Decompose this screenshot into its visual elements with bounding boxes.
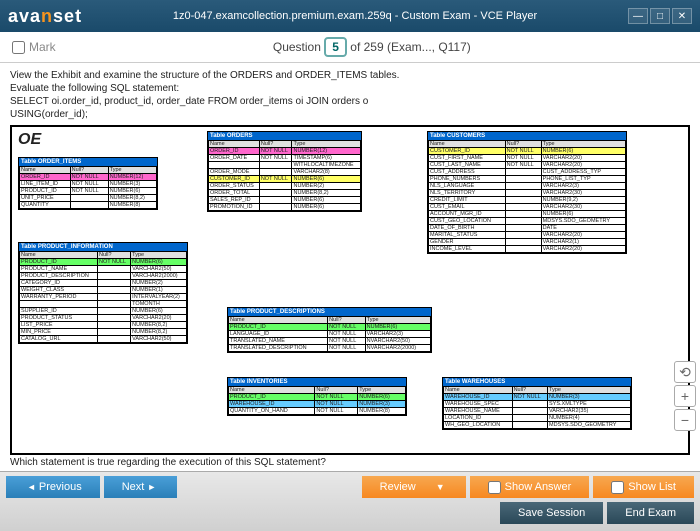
zoom-out-button[interactable]: −	[674, 409, 696, 431]
window-controls: — □ ✕	[628, 8, 692, 24]
mark-label: Mark	[29, 40, 56, 54]
show-answer-checkbox[interactable]	[488, 481, 501, 494]
table-product-descriptions: Table PRODUCT_DESCRIPTIONS NameNull?Type…	[227, 307, 432, 353]
logo: avanset	[8, 6, 82, 27]
save-session-button[interactable]: Save Session	[500, 502, 603, 524]
mark-checkbox[interactable]	[12, 41, 25, 54]
question-continuation: Which statement is true regarding the ex…	[10, 457, 690, 468]
review-button[interactable]: Review▼	[362, 476, 466, 498]
table-product-information: Table PRODUCT_INFORMATION NameNull?TypeP…	[18, 242, 188, 344]
footer: ◄Previous Next► Review▼ Show Answer Show…	[0, 471, 700, 531]
window-title: 1z0-047.examcollection.premium.exam.259q…	[82, 10, 628, 22]
table-customers: Table CUSTOMERS NameNull?TypeCUSTOMER_ID…	[427, 131, 627, 254]
er-diagram[interactable]: OE Table ORDER_ITEMS NameNull?TypeORDER_…	[10, 125, 690, 455]
close-button[interactable]: ✕	[672, 8, 692, 24]
titlebar: avanset 1z0-047.examcollection.premium.e…	[0, 0, 700, 32]
zoom-controls: ⟲ + −	[674, 361, 696, 431]
zoom-in-button[interactable]: +	[674, 385, 696, 407]
content-area: View the Exhibit and examine the structu…	[0, 63, 700, 471]
show-answer-button[interactable]: Show Answer	[470, 476, 590, 498]
show-list-checkbox[interactable]	[611, 481, 624, 494]
question-text: View the Exhibit and examine the structu…	[10, 69, 690, 121]
question-number: 5	[324, 37, 347, 57]
schema-label: OE	[18, 131, 41, 149]
table-order-items: Table ORDER_ITEMS NameNull?TypeORDER_IDN…	[18, 157, 158, 210]
table-warehouses: Table WAREHOUSES NameNull?TypeWAREHOUSE_…	[442, 377, 632, 430]
table-inventories: Table INVENTORIES NameNull?TypePRODUCT_I…	[227, 377, 407, 416]
question-bar: Mark Question 5 of 259 (Exam..., Q117)	[0, 32, 700, 63]
table-orders: Table ORDERS NameNull?TypeORDER_IDNOT NU…	[207, 131, 362, 212]
maximize-button[interactable]: □	[650, 8, 670, 24]
show-list-button[interactable]: Show List	[593, 476, 694, 498]
next-button[interactable]: Next►	[104, 476, 178, 498]
question-counter: Question 5 of 259 (Exam..., Q117)	[56, 40, 688, 54]
minimize-button[interactable]: —	[628, 8, 648, 24]
previous-button[interactable]: ◄Previous	[6, 476, 100, 498]
zoom-reset-button[interactable]: ⟲	[674, 361, 696, 383]
end-exam-button[interactable]: End Exam	[607, 502, 694, 524]
